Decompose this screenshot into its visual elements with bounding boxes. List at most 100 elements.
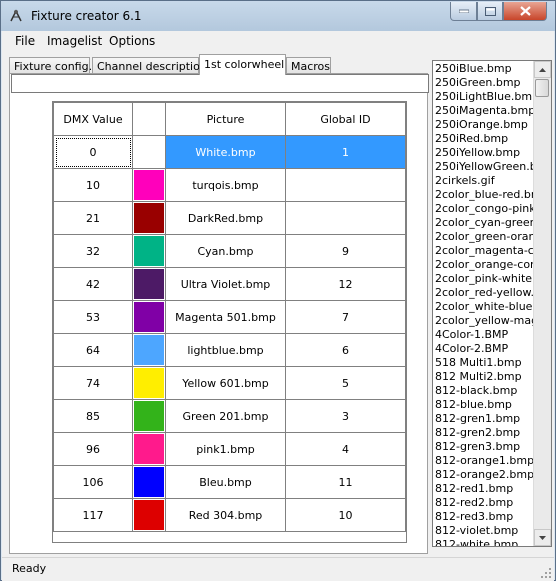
tab-fixture-config[interactable]: Fixture config. [9, 57, 92, 74]
imagelist-listbox[interactable]: 250iBlue.bmp 250iGreen.bmp 250iLightBlue.b… [432, 60, 552, 547]
maximize-button[interactable] [477, 2, 503, 21]
list-item[interactable]: 2color_blue-red.bmp [435, 188, 537, 202]
list-item[interactable]: 2color_yellow-magenta.bmp [435, 314, 537, 328]
description-field[interactable] [11, 74, 429, 93]
list-item[interactable]: 2color_red-yellow.bmp [435, 286, 537, 300]
global-id-cell[interactable]: 4 [285, 432, 406, 466]
tab-macros[interactable]: Macros [286, 57, 331, 74]
menu-file[interactable]: File [15, 34, 35, 48]
global-id-cell[interactable]: 1 [285, 135, 406, 169]
dmx-value-cell[interactable]: 117 [53, 498, 133, 532]
list-item[interactable]: 2color_orange-congo.bmp [435, 258, 537, 272]
dmx-value-cell[interactable]: 106 [53, 465, 133, 499]
table-row[interactable]: 32 Cyan.bmp 9 [53, 234, 406, 268]
list-item[interactable]: 812-black.bmp [435, 384, 537, 398]
global-id-cell[interactable] [285, 201, 406, 235]
dmx-value-cell[interactable]: 53 [53, 300, 133, 334]
table-row[interactable]: 74 Yellow 601.bmp 5 [53, 366, 406, 400]
resize-grip-icon[interactable] [540, 567, 552, 579]
picture-cell[interactable]: pink1.bmp [165, 432, 286, 466]
list-item[interactable]: 250iGreen.bmp [435, 76, 537, 90]
list-item[interactable]: 2color_green-orange.bmp [435, 230, 537, 244]
menu-options[interactable]: Options [109, 34, 155, 48]
list-item[interactable]: 812-red1.bmp [435, 482, 537, 496]
tab-channel-description[interactable]: Channel description [92, 57, 207, 74]
table-row[interactable]: 0 White.bmp 1 [53, 135, 406, 169]
list-item[interactable]: 812-blue.bmp [435, 398, 537, 412]
picture-cell[interactable]: Green 201.bmp [165, 399, 286, 433]
list-item[interactable]: 2cirkels.gif [435, 174, 537, 188]
list-item[interactable]: 2color_congo-pink.bmp [435, 202, 537, 216]
table-row[interactable]: 96 pink1.bmp 4 [53, 432, 406, 466]
global-id-cell[interactable]: 5 [285, 366, 406, 400]
list-item[interactable]: 812-red2.bmp [435, 496, 537, 510]
dmx-value-cell[interactable]: 85 [53, 399, 133, 433]
color-swatch-cell[interactable] [132, 300, 166, 334]
color-swatch-cell[interactable] [132, 432, 166, 466]
table-row[interactable]: 53 Magenta 501.bmp 7 [53, 300, 406, 334]
list-item[interactable]: 812-orange2.bmp [435, 468, 537, 482]
color-swatch-cell[interactable] [132, 267, 166, 301]
list-item[interactable]: 250iYellowGreen.bmp [435, 160, 537, 174]
global-id-cell[interactable]: 11 [285, 465, 406, 499]
picture-cell[interactable]: DarkRed.bmp [165, 201, 286, 235]
color-swatch-cell[interactable] [132, 168, 166, 202]
picture-cell[interactable]: Cyan.bmp [165, 234, 286, 268]
table-row[interactable]: 21 DarkRed.bmp [53, 201, 406, 235]
picture-cell[interactable]: Bleu.bmp [165, 465, 286, 499]
list-item[interactable]: 812-red3.bmp [435, 510, 537, 524]
global-id-cell[interactable]: 3 [285, 399, 406, 433]
list-item[interactable]: 812-gren1.bmp [435, 412, 537, 426]
color-swatch-cell[interactable] [132, 498, 166, 532]
global-id-cell[interactable]: 7 [285, 300, 406, 334]
dmx-value-cell[interactable]: 21 [53, 201, 133, 235]
list-item[interactable]: 812-violet.bmp [435, 524, 537, 538]
dmx-value-cell[interactable]: 96 [53, 432, 133, 466]
color-swatch-cell[interactable] [132, 333, 166, 367]
list-item[interactable]: 812-gren3.bmp [435, 440, 537, 454]
picture-cell[interactable]: White.bmp [165, 135, 286, 169]
color-swatch-cell[interactable] [132, 234, 166, 268]
list-item[interactable]: 812-gren2.bmp [435, 426, 537, 440]
dmx-value-cell[interactable]: 10 [53, 168, 133, 202]
list-item[interactable]: 2color_magenta-cyan.bmp [435, 244, 537, 258]
header-dmx-value[interactable]: DMX Value [53, 102, 133, 136]
table-row[interactable]: 10 turqois.bmp [53, 168, 406, 202]
picture-cell[interactable]: Magenta 501.bmp [165, 300, 286, 334]
header-color[interactable] [132, 102, 166, 136]
table-row[interactable]: 64 lightblue.bmp 6 [53, 333, 406, 367]
scroll-thumb[interactable] [535, 79, 549, 97]
list-item[interactable]: 250iMagenta.bmp [435, 104, 537, 118]
list-item[interactable]: 250iOrange.bmp [435, 118, 537, 132]
global-id-cell[interactable]: 10 [285, 498, 406, 532]
table-row[interactable]: 106 Bleu.bmp 11 [53, 465, 406, 499]
header-global-id[interactable]: Global ID [285, 102, 406, 136]
global-id-cell[interactable]: 9 [285, 234, 406, 268]
title-bar[interactable]: Fixture creator 6.1 [1, 1, 555, 31]
list-item[interactable]: 812 Multi2.bmp [435, 370, 537, 384]
close-button[interactable] [503, 2, 547, 21]
list-item[interactable]: 2color_cyan-green.bmp [435, 216, 537, 230]
dmx-value-cell[interactable]: 42 [53, 267, 133, 301]
color-swatch-cell[interactable] [132, 465, 166, 499]
list-item[interactable]: 250iBlue.bmp [435, 62, 537, 76]
table-row[interactable]: 42 Ultra Violet.bmp 12 [53, 267, 406, 301]
list-item[interactable]: 250iRed.bmp [435, 132, 537, 146]
list-item[interactable]: 518 Multi1.bmp [435, 356, 537, 370]
global-id-cell[interactable]: 6 [285, 333, 406, 367]
dmx-value-cell[interactable]: 32 [53, 234, 133, 268]
list-item[interactable]: 4Color-2.BMP [435, 342, 537, 356]
global-id-cell[interactable] [285, 168, 406, 202]
color-swatch-cell[interactable] [132, 366, 166, 400]
picture-cell[interactable]: lightblue.bmp [165, 333, 286, 367]
dmx-value-cell[interactable]: 64 [53, 333, 133, 367]
list-item[interactable]: 812-orange1.bmp [435, 454, 537, 468]
dmx-value-cell[interactable]: 74 [53, 366, 133, 400]
scroll-down-button[interactable] [534, 529, 551, 546]
tab-1st-colorwheel[interactable]: 1st colorwheel [199, 54, 286, 75]
list-item[interactable]: 250iYellow.bmp [435, 146, 537, 160]
imagelist-scrollbar[interactable] [533, 61, 551, 546]
minimize-button[interactable] [450, 2, 477, 21]
picture-cell[interactable]: Yellow 601.bmp [165, 366, 286, 400]
table-row[interactable]: 117 Red 304.bmp 10 [53, 498, 406, 532]
